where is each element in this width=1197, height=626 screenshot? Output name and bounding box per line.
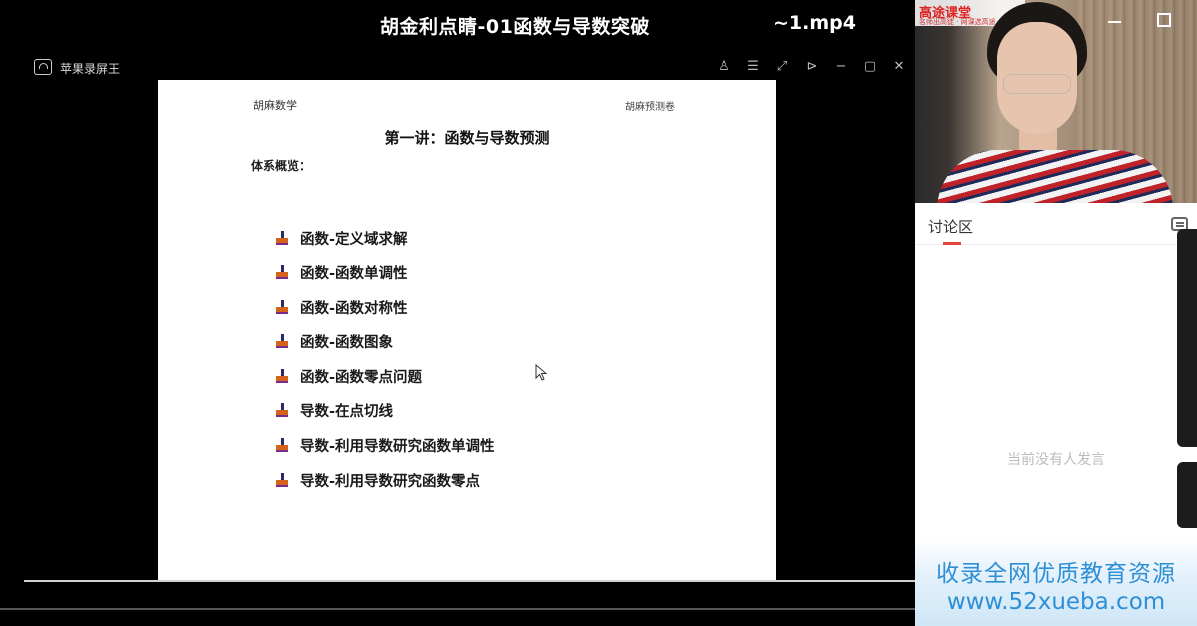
side-handle-bottom[interactable] bbox=[1177, 462, 1197, 528]
slide-overview-label: 体系概览： bbox=[251, 159, 312, 173]
book-bullet-icon bbox=[275, 473, 289, 487]
topic-text: 导数-利用导数研究函数单调性 bbox=[300, 438, 495, 455]
topic-text: 函数-函数零点问题 bbox=[300, 369, 423, 386]
slide-heading: 第一讲：函数与导数预测 bbox=[384, 129, 550, 147]
recorder-logo-icon bbox=[34, 59, 52, 75]
book-bullet-icon bbox=[275, 334, 289, 348]
slide-tag: 胡麻预测卷 bbox=[625, 102, 675, 113]
topic-item: 导数-在点切线 bbox=[275, 399, 393, 421]
close-icon[interactable]: ✕ bbox=[890, 57, 908, 77]
book-bullet-icon bbox=[275, 369, 289, 383]
lecture-slide: 胡麻数学 胡麻预测卷 第一讲：函数与导数预测 体系概览： 函数-定义域求解 函数… bbox=[158, 80, 776, 580]
discussion-header: 讨论区 bbox=[915, 203, 1197, 245]
person-icon[interactable]: ♙ bbox=[715, 57, 733, 77]
discussion-empty-text: 当前没有人发言 bbox=[1007, 452, 1105, 468]
topic-item: 导数-利用导数研究函数零点 bbox=[275, 469, 480, 491]
watermark: 收录全网优质教育资源 www.52xueba.com bbox=[915, 540, 1197, 626]
window-minimize-icon[interactable] bbox=[1108, 21, 1121, 23]
slide-brand: 胡麻数学 bbox=[253, 99, 297, 112]
watermark-line2: www.52xueba.com bbox=[946, 589, 1166, 615]
book-bullet-icon bbox=[275, 300, 289, 314]
maximize-icon[interactable]: ▢ bbox=[861, 57, 879, 77]
book-bullet-icon bbox=[275, 231, 289, 245]
window-maximize-icon[interactable] bbox=[1157, 13, 1171, 27]
expand-icon[interactable]: ⤢ bbox=[773, 57, 791, 77]
topic-text: 导数-在点切线 bbox=[300, 403, 394, 420]
pin-icon[interactable]: ⊳ bbox=[803, 57, 821, 77]
video-filename-tail: ~1.mp4 bbox=[773, 12, 856, 34]
topic-item: 函数-函数零点问题 bbox=[275, 365, 422, 387]
webcam-logo-sub: 名师出高徒 · 网课选高途 bbox=[919, 18, 996, 26]
watermark-line1: 收录全网优质教育资源 bbox=[936, 561, 1176, 587]
topic-item: 函数-函数对称性 bbox=[275, 296, 408, 318]
webcam-feed: 高途课堂 名师出高徒 · 网课选高途 bbox=[915, 0, 1197, 203]
teacher-shirt bbox=[937, 150, 1173, 203]
discussion-tab-underline bbox=[943, 242, 961, 245]
topic-item: 函数-函数图象 bbox=[275, 330, 393, 352]
list-icon[interactable]: ☰ bbox=[744, 57, 762, 77]
recorder-toolbar: 苹果录屏王 ♙ ☰ ⤢ ⊳ − ▢ ✕ bbox=[0, 54, 915, 80]
topic-text: 函数-函数单调性 bbox=[300, 265, 408, 282]
discussion-tab[interactable]: 讨论区 bbox=[928, 216, 973, 237]
mouse-cursor-icon bbox=[535, 364, 547, 381]
recorder-name: 苹果录屏王 bbox=[60, 62, 121, 76]
topic-item: 导数-利用导数研究函数单调性 bbox=[275, 434, 495, 456]
side-handle-top[interactable] bbox=[1177, 229, 1197, 447]
topic-item: 函数-定义域求解 bbox=[275, 227, 408, 249]
video-title: 胡金利点睛-01函数与导数突破 bbox=[380, 16, 650, 38]
book-bullet-icon bbox=[275, 438, 289, 452]
book-bullet-icon bbox=[275, 403, 289, 417]
book-bullet-icon bbox=[275, 265, 289, 279]
topic-item: 函数-函数单调性 bbox=[275, 261, 408, 283]
title-bar: 胡金利点睛-01函数与导数突破 ~1.mp4 bbox=[0, 0, 915, 52]
topic-text: 函数-函数对称性 bbox=[300, 300, 408, 317]
topic-text: 导数-利用导数研究函数零点 bbox=[300, 473, 481, 490]
teacher-glasses bbox=[1003, 74, 1071, 94]
topic-text: 函数-定义域求解 bbox=[300, 231, 408, 248]
video-player-window: 胡金利点睛-01函数与导数突破 ~1.mp4 苹果录屏王 ♙ ☰ ⤢ ⊳ − ▢… bbox=[0, 0, 1197, 626]
progress-line[interactable] bbox=[24, 580, 915, 582]
bottom-divider bbox=[0, 608, 915, 610]
minimize-icon[interactable]: − bbox=[832, 57, 850, 77]
topic-text: 函数-函数图象 bbox=[300, 334, 394, 351]
